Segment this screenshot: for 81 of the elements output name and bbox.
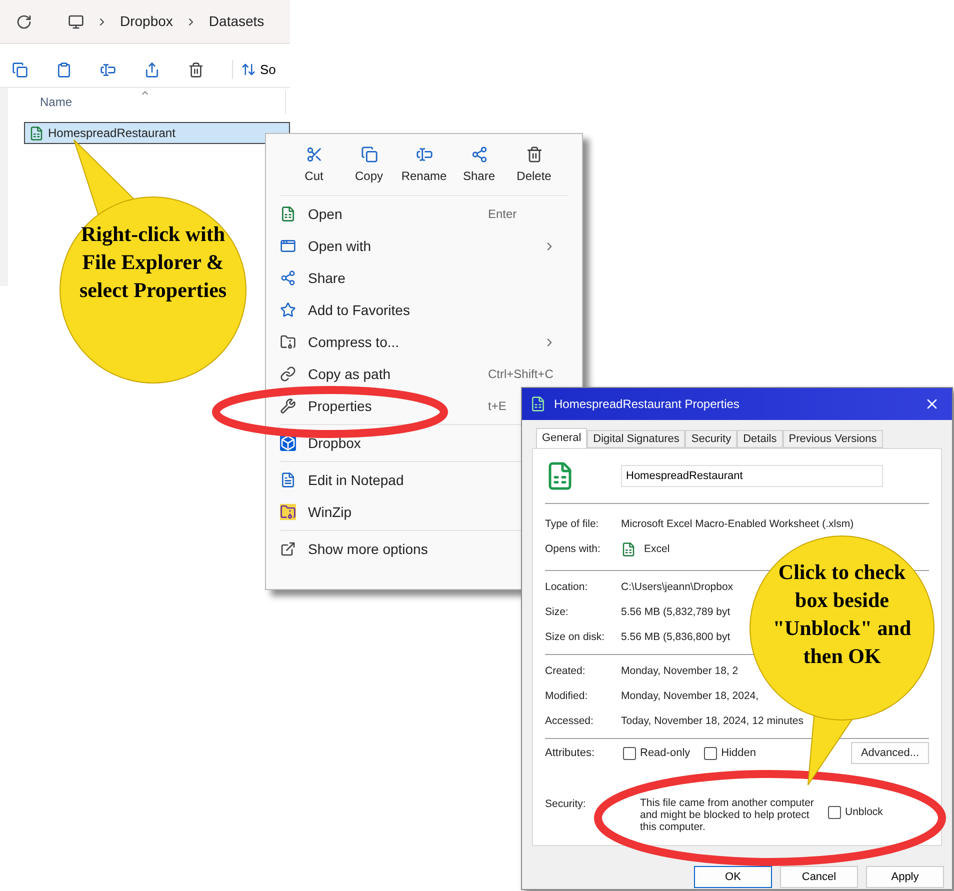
- copy-icon: [360, 146, 378, 163]
- menu-item[interactable]: Copy as path Ctrl+Shift+C: [280, 358, 568, 390]
- rename-icon[interactable]: [100, 62, 116, 78]
- open-with-icon: [280, 238, 296, 254]
- checkbox[interactable]: [623, 746, 636, 760]
- security-text: This file came from another computer and might be blocked to help protect this computer.: [640, 797, 815, 833]
- field-label: Location:: [545, 580, 589, 595]
- advanced-button[interactable]: Advanced...: [851, 742, 929, 764]
- share-icon: [470, 146, 488, 163]
- rename-icon: [416, 146, 432, 163]
- share-icon: [280, 270, 296, 286]
- tab[interactable]: Digital Signatures: [587, 430, 686, 448]
- checkbox-label: Read-only: [640, 746, 690, 761]
- checkbox-label: Hidden: [721, 746, 756, 761]
- sort-icon: [241, 62, 256, 77]
- checkbox-label: Unblock: [845, 805, 883, 820]
- field-value: Microsoft Excel Macro-Enabled Worksheet (.xlsm): [621, 516, 854, 532]
- excel-icon: [280, 206, 296, 222]
- external-window-icon: [280, 541, 296, 557]
- tab[interactable]: Security: [685, 430, 738, 448]
- paste-icon[interactable]: [56, 62, 72, 78]
- tab[interactable]: Details: [737, 430, 783, 448]
- field-value: 5.56 MB (5,836,800 byt: [621, 630, 730, 645]
- menu-item[interactable]: Add to Favorites: [280, 294, 568, 326]
- file-name-field[interactable]: HomespreadRestaurant: [621, 465, 883, 487]
- menu-item[interactable]: Share: [280, 262, 568, 294]
- winzip-icon: [280, 504, 296, 520]
- menu-action-button[interactable]: Share: [453, 146, 505, 195]
- menu-item[interactable]: Compress to...: [280, 326, 568, 358]
- computer-icon: [68, 14, 84, 30]
- field-label: Attributes:: [545, 746, 596, 761]
- menu-action-button[interactable]: Cut: [288, 146, 340, 195]
- dialog-button[interactable]: OK: [694, 866, 772, 888]
- dialog-button[interactable]: Apply: [866, 866, 944, 888]
- field-value: Monday, November 18, 2: [621, 664, 738, 679]
- field-value: Today, November 18, 2024, 12 minutes: [621, 714, 804, 729]
- star-icon: [280, 302, 296, 318]
- excel-file-icon: [530, 396, 546, 412]
- field-label: Size:: [545, 604, 570, 620]
- field-label: Modified:: [545, 688, 589, 704]
- dialog-button[interactable]: Cancel: [780, 866, 858, 888]
- notepad-icon: [280, 472, 296, 488]
- tab[interactable]: Previous Versions: [782, 430, 883, 448]
- field-value: C:\Users\jeann\Dropbox: [621, 580, 734, 595]
- field-value: Monday, November 18, 2024,: [621, 688, 759, 704]
- menu-action-button[interactable]: Copy: [343, 146, 395, 195]
- excel-icon: [621, 542, 636, 557]
- delete-icon[interactable]: [188, 62, 204, 78]
- window-title: HomespreadRestaurant Properties: [554, 396, 740, 413]
- cut-icon: [306, 146, 322, 163]
- file-row[interactable]: HomespreadRestaurant: [24, 122, 290, 144]
- excel-file-icon: [29, 126, 44, 140]
- file-name: HomespreadRestaurant: [48, 125, 176, 142]
- menu-action-button[interactable]: Rename: [398, 146, 450, 195]
- breadcrumb-item[interactable]: Datasets: [208, 11, 264, 32]
- link-icon: [280, 366, 296, 382]
- archive-folder-icon: [280, 334, 296, 350]
- column-header[interactable]: Name: [24, 90, 286, 114]
- delete-icon: [526, 146, 542, 163]
- tab[interactable]: General: [536, 428, 588, 448]
- menu-item[interactable]: Open with: [280, 230, 568, 262]
- field-value: 5.56 MB (5,832,789 byt: [621, 604, 730, 620]
- menu-action-button[interactable]: Delete: [508, 146, 560, 195]
- checkbox[interactable]: [828, 806, 841, 820]
- field-value: Excel: [644, 542, 670, 557]
- callout-text: Right-click with File Explorer & select Properties: [78, 221, 228, 304]
- breadcrumb-item[interactable]: Dropbox: [120, 11, 173, 32]
- field-label: Accessed:: [545, 714, 594, 729]
- callout-text: Click to check box beside "Unblock" and then OK: [772, 559, 912, 670]
- sort-button[interactable]: So: [232, 60, 276, 80]
- refresh-icon[interactable]: [16, 14, 32, 30]
- share-icon[interactable]: [144, 62, 160, 78]
- field-label: Size on disk:: [545, 630, 606, 645]
- menu-item[interactable]: Edit in Notepad: [280, 464, 568, 496]
- field-label: Type of file:: [545, 516, 600, 532]
- menu-item[interactable]: Open Enter: [280, 198, 568, 230]
- field-label: Created:: [545, 664, 586, 679]
- wrench-icon: [280, 398, 296, 414]
- checkbox[interactable]: [704, 746, 718, 760]
- copy-icon[interactable]: [12, 62, 28, 78]
- field-label: Security:: [545, 798, 586, 810]
